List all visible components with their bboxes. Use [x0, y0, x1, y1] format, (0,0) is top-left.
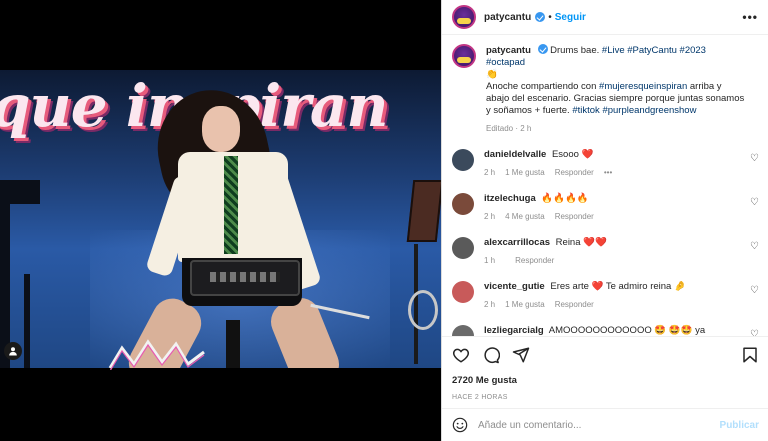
commenter-avatar[interactable] — [452, 237, 474, 259]
comment-like-heart-icon[interactable]: ♡ — [750, 285, 759, 296]
publish-button[interactable]: Publicar — [720, 420, 759, 431]
caption-hashtags-2[interactable]: #tiktok #purpleandgreenshow — [572, 105, 696, 116]
comment-likes[interactable]: 1 Me gusta — [505, 299, 545, 311]
chair — [0, 180, 40, 368]
commenter-avatar[interactable] — [452, 149, 474, 171]
author-username[interactable]: patycantu — [484, 12, 531, 23]
comment-meta: 2 h 1 Me gusta Responder ••• — [484, 167, 734, 179]
caption-mention[interactable]: #mujeresqueinspiran — [599, 81, 687, 92]
comment-item: lezliegarcialg AMOOOOOOOOOOOO 🤩 🤩🤩 ya mu… — [452, 325, 759, 336]
comment-meta: 2 h 4 Me gusta Responder — [484, 211, 734, 223]
comment-time: 2 h — [484, 212, 496, 221]
comment-likes[interactable]: 4 Me gusta — [505, 211, 545, 223]
reply-button[interactable]: Responder — [515, 255, 554, 267]
commenter-username[interactable]: vicente_gutie — [484, 281, 545, 292]
commenter-avatar[interactable] — [452, 325, 474, 336]
emoji-icon[interactable] — [452, 417, 468, 433]
comments-list[interactable]: patycantu Drums bae. #Live #PatyCantu #2… — [442, 36, 768, 336]
drum-stand — [406, 180, 441, 368]
bookmark-icon[interactable] — [741, 346, 759, 364]
post-media[interactable]: que inspiran — [0, 0, 441, 441]
comment-like-heart-icon[interactable]: ♡ — [750, 197, 759, 208]
separator-dot: • — [548, 11, 552, 23]
comment-item: alexcarrillocas Reina ❤️❤️ 1 h Responder… — [452, 237, 759, 267]
comment-time: 1 h — [484, 256, 496, 265]
caption-username[interactable]: patycantu — [486, 45, 531, 56]
comment-input[interactable] — [478, 419, 720, 431]
caption-body-text: Anoche compartiendo con — [486, 81, 600, 92]
comment-item: danieldelvalle Esooo ❤️ 2 h 1 Me gusta R… — [452, 149, 759, 179]
comment-meta: 2 h 1 Me gusta Responder — [484, 299, 734, 311]
post-header: patycantu • Seguir ••• — [442, 0, 768, 35]
comment-more-icon[interactable]: ••• — [604, 167, 612, 179]
comment-like-heart-icon[interactable]: ♡ — [750, 153, 759, 164]
reply-button[interactable]: Responder — [555, 299, 594, 311]
action-bar: 2720 Me gusta HACE 2 HORAS — [442, 336, 768, 401]
post-sidebar: patycantu • Seguir ••• patycantu Drums b… — [441, 0, 768, 441]
comment-item: itzelechuga 🔥🔥🔥🔥 2 h 4 Me gusta Responde… — [452, 193, 759, 223]
commenter-username[interactable]: alexcarrillocas — [484, 237, 550, 248]
comment-likes[interactable]: 1 Me gusta — [505, 167, 545, 179]
performer — [121, 79, 370, 368]
clap-emoji: 👏 — [486, 69, 498, 80]
octapad — [190, 260, 300, 296]
commenter-username[interactable]: itzelechuga — [484, 193, 536, 204]
comment-item: vicente_gutie Eres arte ❤️ Te admiro rei… — [452, 281, 759, 311]
commenter-username[interactable]: lezliegarcialg — [484, 325, 544, 336]
user-tag-icon[interactable] — [4, 342, 22, 360]
heart-icon[interactable] — [452, 346, 470, 364]
edited-label: Editado · 2 h — [486, 124, 532, 133]
follow-button[interactable]: Seguir — [555, 12, 586, 23]
comment-time: 2 h — [484, 168, 496, 177]
comment-icon[interactable] — [482, 346, 500, 364]
caption-avatar[interactable] — [452, 44, 476, 68]
verified-badge-icon — [535, 12, 546, 22]
comment-like-heart-icon[interactable]: ♡ — [750, 329, 759, 336]
likes-count[interactable]: 2720 Me gusta — [452, 375, 759, 386]
neon-crown-decoration — [108, 334, 208, 370]
reply-button[interactable]: Responder — [555, 167, 594, 179]
comment-text: Reina ❤️❤️ — [555, 237, 607, 248]
commenter-avatar[interactable] — [452, 281, 474, 303]
commenter-username[interactable]: danieldelvalle — [484, 149, 546, 160]
post-time: HACE 2 HORAS — [452, 394, 508, 401]
caption-intro: Drums bae. — [550, 45, 602, 56]
share-icon[interactable] — [512, 346, 530, 364]
comment-meta: 1 h Responder — [484, 255, 734, 267]
verified-badge-icon — [537, 44, 548, 54]
comment-text: Esooo ❤️ — [551, 149, 594, 160]
comment-composer: Publicar — [442, 408, 768, 441]
comment-time: 2 h — [484, 300, 496, 309]
post-photo: que inspiran — [0, 70, 441, 368]
comment-like-heart-icon[interactable]: ♡ — [750, 241, 759, 252]
commenter-avatar[interactable] — [452, 193, 474, 215]
caption: patycantu Drums bae. #Live #PatyCantu #2… — [452, 36, 759, 135]
author-avatar[interactable] — [452, 5, 476, 29]
comment-text: Eres arte ❤️ Te admiro reina 🤌 — [550, 281, 686, 292]
more-options-icon[interactable]: ••• — [742, 10, 758, 24]
comment-text: 🔥🔥🔥🔥 — [541, 193, 589, 204]
reply-button[interactable]: Responder — [555, 211, 594, 223]
